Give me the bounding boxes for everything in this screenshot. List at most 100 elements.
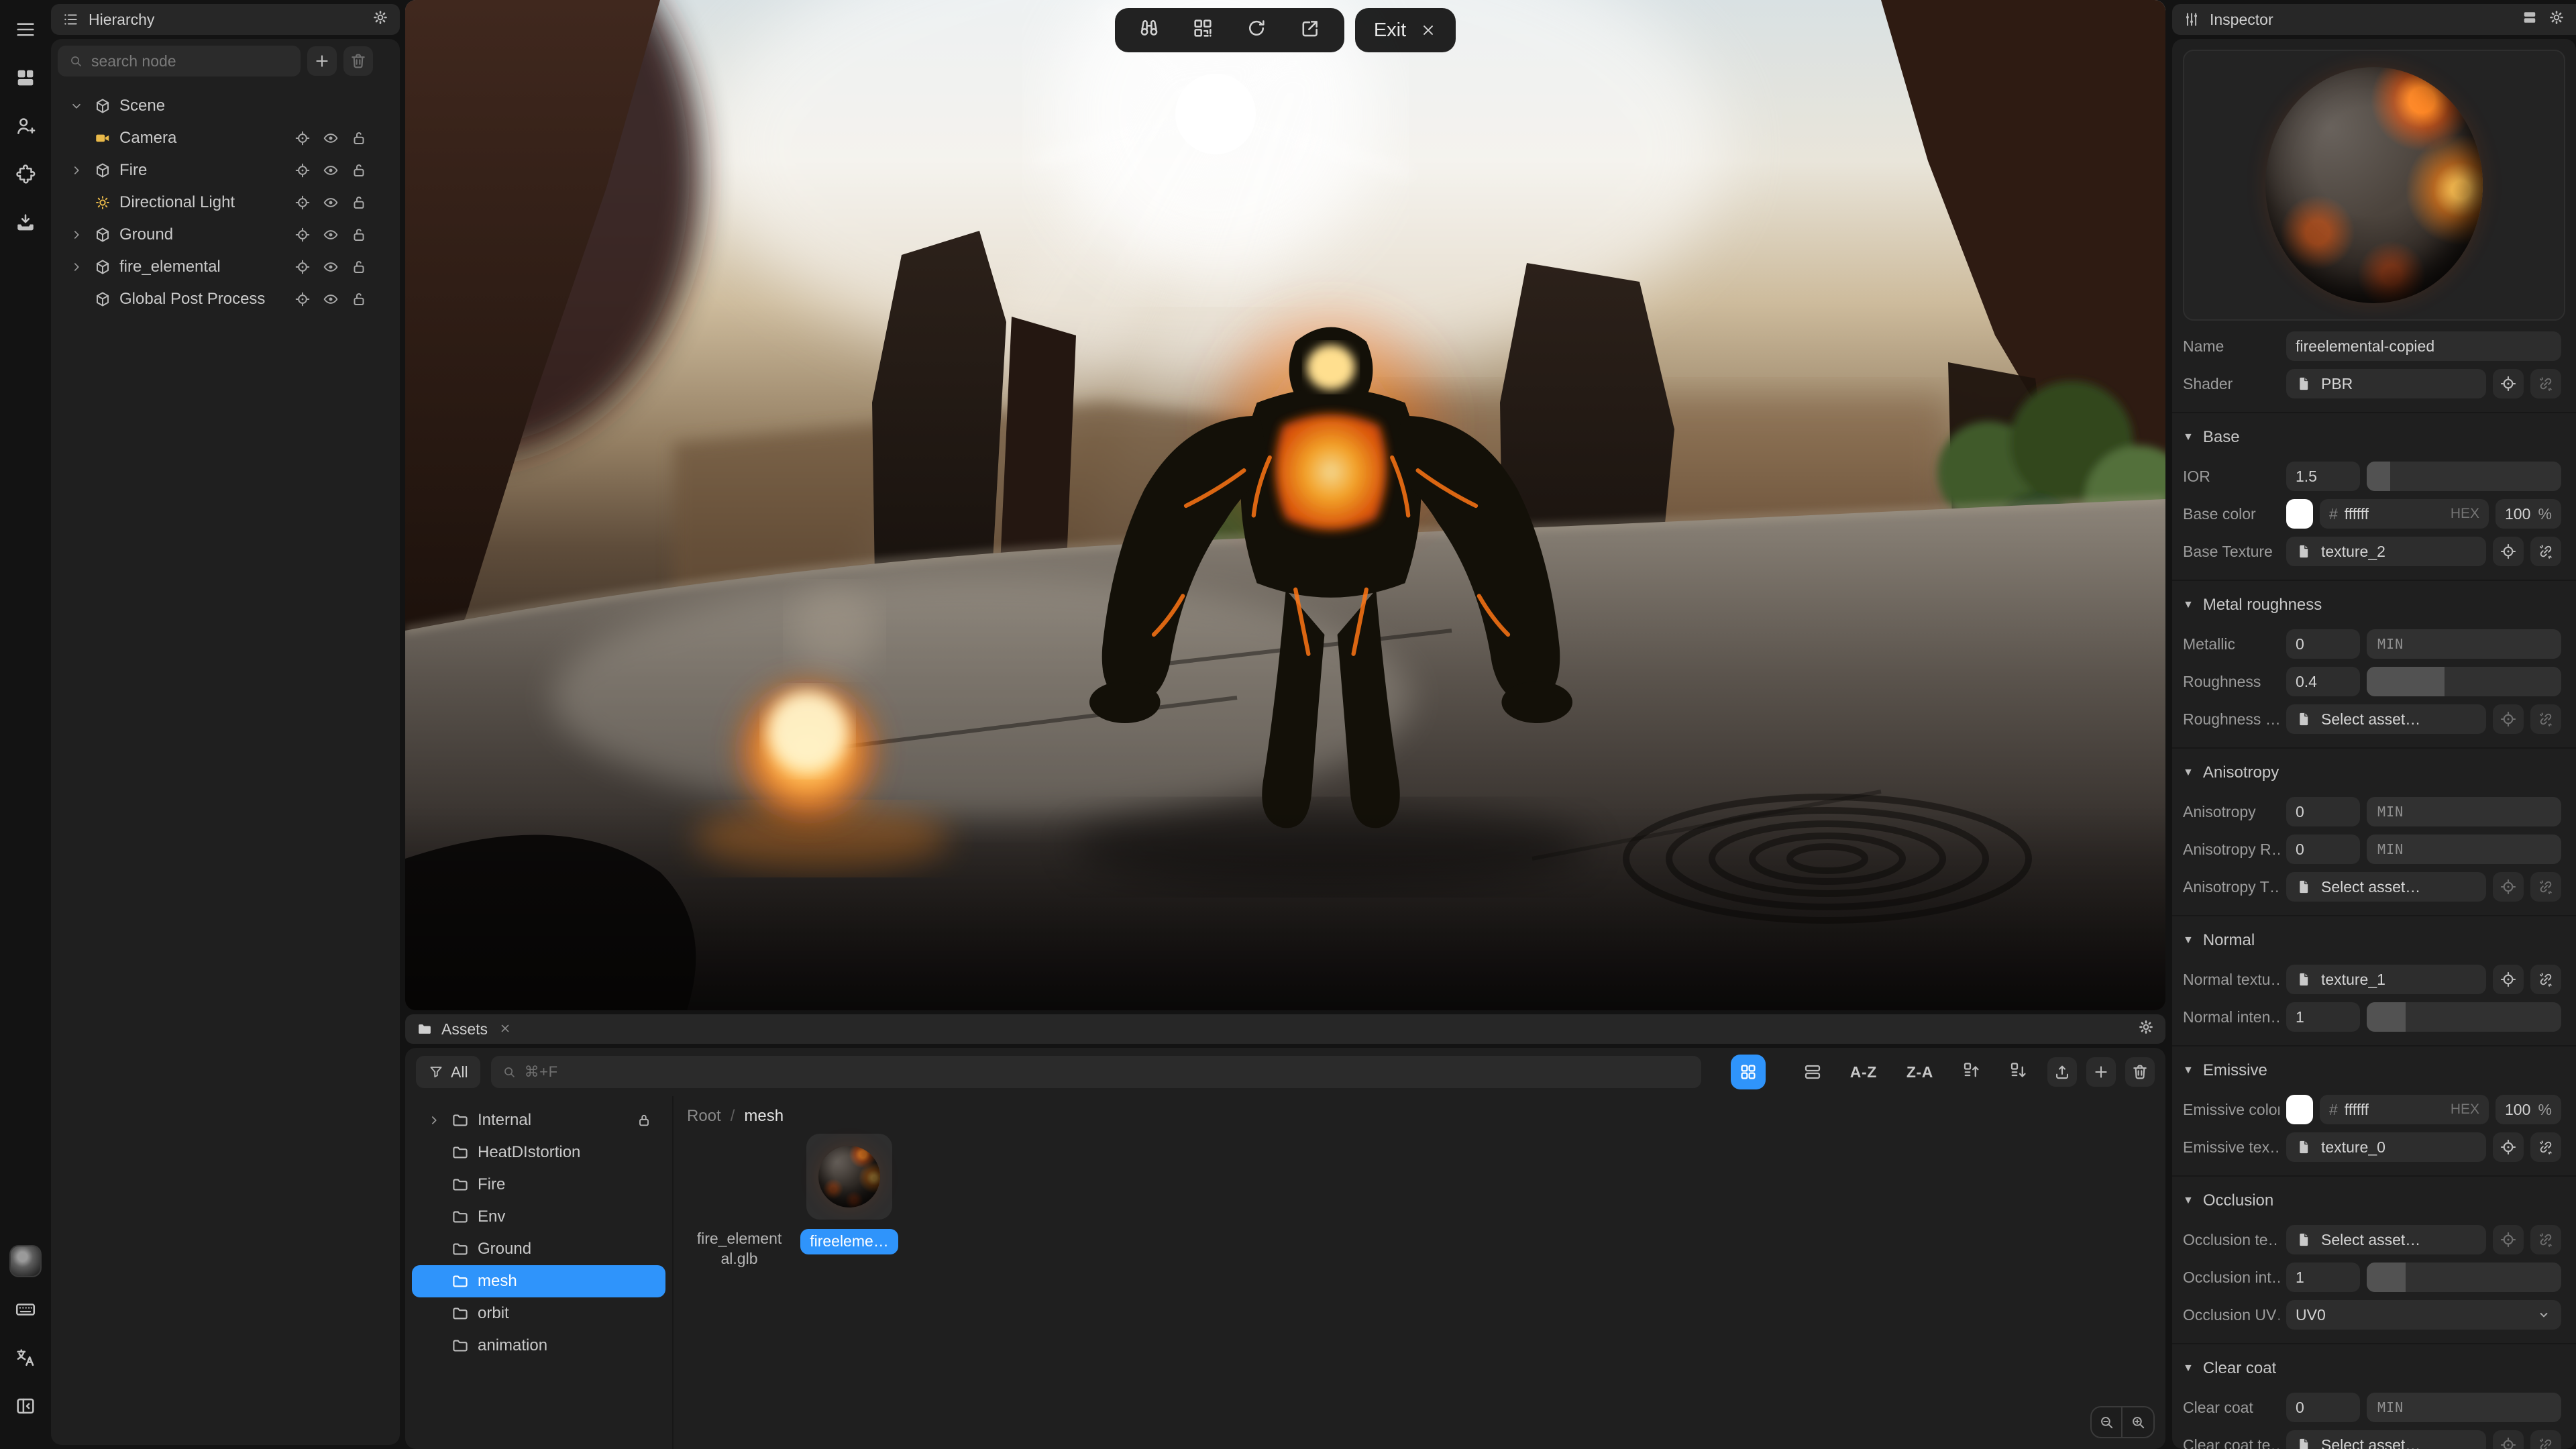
asset-field[interactable]: Select asset… xyxy=(2286,1430,2486,1449)
unlock-icon[interactable] xyxy=(350,129,368,147)
hierarchy-node-camera[interactable]: Camera xyxy=(51,122,400,154)
uv-select[interactable]: UV0 xyxy=(2286,1300,2561,1330)
section-header[interactable]: ▼Metal roughness xyxy=(2183,590,2565,620)
delete-node-button[interactable] xyxy=(343,46,373,76)
inspector-layout-button[interactable] xyxy=(2521,9,2538,31)
delete-asset-button[interactable] xyxy=(2125,1057,2155,1087)
material-name-input[interactable]: fireelemental-copied xyxy=(2286,331,2561,361)
sort-desc-button[interactable] xyxy=(2000,1060,2037,1085)
visibility-icon[interactable] xyxy=(322,258,339,276)
section-header[interactable]: ▼Normal xyxy=(2183,926,2565,955)
hierarchy-node-fire-elemental[interactable]: fire_elemental xyxy=(51,251,400,283)
zoom-out-button[interactable] xyxy=(2092,1407,2123,1437)
locate-asset-button[interactable] xyxy=(2493,872,2524,902)
value-input[interactable]: 0 xyxy=(2286,1393,2360,1422)
node-expander[interactable] xyxy=(67,161,86,180)
viewport[interactable]: Exit xyxy=(405,0,2165,1010)
section-header[interactable]: ▼Anisotropy xyxy=(2183,758,2565,788)
folder-heatdistortion[interactable]: HeatDIstortion xyxy=(412,1136,665,1169)
asset-field[interactable]: Select asset… xyxy=(2286,872,2486,902)
focus-node-icon[interactable] xyxy=(294,226,311,244)
value-input[interactable]: 1 xyxy=(2286,1002,2360,1032)
node-expander[interactable] xyxy=(67,258,86,276)
add-node-button[interactable] xyxy=(307,46,337,76)
value-slider[interactable] xyxy=(2367,667,2561,696)
asset-item-selected[interactable]: fireeleme… xyxy=(805,1134,894,1269)
visibility-icon[interactable] xyxy=(322,226,339,244)
value-input[interactable]: 0.4 xyxy=(2286,667,2360,696)
unlink-asset-button[interactable] xyxy=(2530,872,2561,902)
unlock-icon[interactable] xyxy=(350,226,368,244)
qr-code-button[interactable] xyxy=(1191,17,1214,44)
assets-tab-close-button[interactable] xyxy=(496,1019,512,1040)
value-input[interactable]: 0 xyxy=(2286,629,2360,659)
unlink-asset-button[interactable] xyxy=(2530,1225,2561,1254)
material-preview[interactable] xyxy=(2183,50,2565,321)
hierarchy-search[interactable] xyxy=(58,46,301,76)
shader-unlink-button[interactable] xyxy=(2530,369,2561,398)
asset-field[interactable]: texture_1 xyxy=(2286,965,2486,994)
focus-node-icon[interactable] xyxy=(294,129,311,147)
sort-az-button[interactable]: A-Z xyxy=(1841,1063,1886,1081)
hierarchy-node-fire[interactable]: Fire xyxy=(51,154,400,186)
color-swatch[interactable] xyxy=(2286,1095,2313,1124)
shader-locate-button[interactable] xyxy=(2493,369,2524,398)
section-header[interactable]: ▼Emissive xyxy=(2183,1056,2565,1085)
breadcrumb-root[interactable]: Root xyxy=(687,1107,721,1126)
plugins-button[interactable] xyxy=(9,158,42,191)
locate-asset-button[interactable] xyxy=(2493,1225,2524,1254)
unlock-icon[interactable] xyxy=(350,258,368,276)
assets-tab[interactable]: Assets xyxy=(441,1020,488,1038)
focus-node-icon[interactable] xyxy=(294,258,311,276)
hierarchy-node-ground[interactable]: Ground xyxy=(51,219,400,251)
scene-search-button[interactable] xyxy=(1138,17,1161,44)
color-swatch[interactable] xyxy=(2286,499,2313,529)
inspector-settings-button[interactable] xyxy=(2548,9,2565,31)
focus-node-icon[interactable] xyxy=(294,290,311,308)
sort-asc-button[interactable] xyxy=(1953,1060,1990,1085)
hierarchy-node-scene[interactable]: Scene xyxy=(51,90,400,122)
user-avatar[interactable] xyxy=(9,1245,42,1277)
menu-button[interactable] xyxy=(9,13,42,46)
open-external-button[interactable] xyxy=(1299,17,1322,44)
alpha-input[interactable]: 100% xyxy=(2496,499,2561,529)
asset-field[interactable]: Select asset… xyxy=(2286,1225,2486,1254)
locate-asset-button[interactable] xyxy=(2493,704,2524,734)
add-asset-button[interactable] xyxy=(2086,1057,2116,1087)
value-slider[interactable] xyxy=(2367,1002,2561,1032)
filter-all-button[interactable]: All xyxy=(416,1056,480,1088)
focus-node-icon[interactable] xyxy=(294,162,311,179)
hex-input[interactable]: #ffffffHEX xyxy=(2320,1095,2489,1124)
shader-field[interactable]: PBR xyxy=(2286,369,2486,398)
unlink-asset-button[interactable] xyxy=(2530,1430,2561,1449)
unlink-asset-button[interactable] xyxy=(2530,965,2561,994)
grid-view-button[interactable] xyxy=(1731,1055,1766,1089)
assets-search[interactable]: ⌘+F xyxy=(491,1056,1701,1088)
unlock-icon[interactable] xyxy=(350,290,368,308)
value-slider[interactable] xyxy=(2367,462,2561,491)
visibility-icon[interactable] xyxy=(322,129,339,147)
language-button[interactable] xyxy=(9,1342,42,1374)
asset-field[interactable]: texture_0 xyxy=(2286,1132,2486,1162)
sort-za-button[interactable]: Z-A xyxy=(1897,1063,1943,1081)
value-input[interactable]: 1.5 xyxy=(2286,462,2360,491)
unlock-icon[interactable] xyxy=(350,162,368,179)
unlink-asset-button[interactable] xyxy=(2530,537,2561,566)
dashboard-button[interactable] xyxy=(9,62,42,94)
value-slider[interactable]: MIN xyxy=(2367,629,2561,659)
asset-field[interactable]: texture_2 xyxy=(2286,537,2486,566)
folder-fire[interactable]: Fire xyxy=(412,1169,665,1201)
value-slider[interactable] xyxy=(2367,1263,2561,1292)
visibility-icon[interactable] xyxy=(322,162,339,179)
hierarchy-search-input[interactable] xyxy=(91,52,290,70)
asset-field[interactable]: Select asset… xyxy=(2286,704,2486,734)
unlock-icon[interactable] xyxy=(350,194,368,211)
folder-orbit[interactable]: orbit xyxy=(412,1297,665,1330)
exit-button[interactable]: Exit xyxy=(1355,8,1456,52)
locate-asset-button[interactable] xyxy=(2493,1430,2524,1449)
zoom-in-button[interactable] xyxy=(2123,1407,2153,1437)
asset-item[interactable]: fire_elemental.glb xyxy=(695,1134,784,1269)
assets-settings-button[interactable] xyxy=(2137,1018,2155,1040)
visibility-icon[interactable] xyxy=(322,194,339,211)
visibility-icon[interactable] xyxy=(322,290,339,308)
